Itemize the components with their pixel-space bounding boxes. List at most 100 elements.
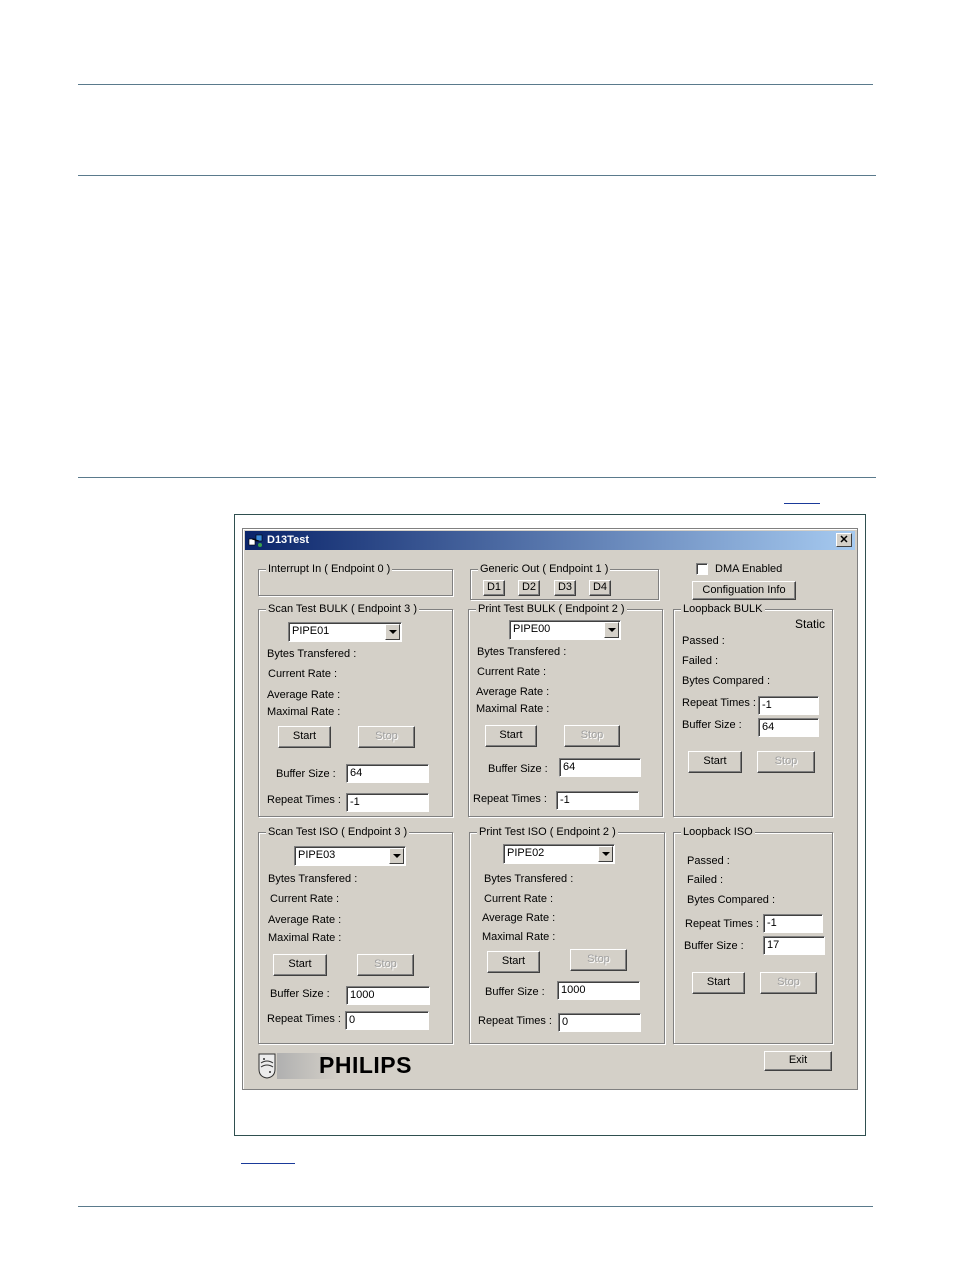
loop-iso-failed-label: Failed : xyxy=(687,874,724,886)
generic-out-legend: Generic Out ( Endpoint 1 ) xyxy=(478,562,611,576)
scan-iso-stop-button[interactable]: Stop xyxy=(357,954,414,976)
scan-iso-current-label: Current Rate : xyxy=(270,893,340,905)
loop-bulk-buffer-label: Buffer Size : xyxy=(682,719,742,731)
scan-bulk-pipe-select[interactable]: PIPE01 xyxy=(288,622,402,642)
print-bulk-current-label: Current Rate : xyxy=(477,666,547,678)
reference-link-bottom[interactable] xyxy=(241,1163,295,1164)
group-print-test-bulk: Print Test BULK ( Endpoint 2 ) PIPE00 By… xyxy=(468,602,663,817)
loop-iso-legend: Loopback ISO xyxy=(681,825,755,839)
loop-iso-repeat-input[interactable]: -1 xyxy=(763,914,823,933)
dma-enabled-label: DMA Enabled xyxy=(715,563,783,575)
scan-bulk-pipe-value: PIPE01 xyxy=(292,625,330,637)
group-loopback-bulk: Loopback BULK Static Passed : Failed : B… xyxy=(673,602,833,817)
scan-iso-bytes-label: Bytes Transfered : xyxy=(268,873,358,885)
footer-rule xyxy=(78,1206,873,1207)
scan-bulk-average-label: Average Rate : xyxy=(267,689,341,701)
scan-iso-start-button[interactable]: Start xyxy=(273,954,327,976)
group-scan-test-bulk: Scan Test BULK ( Endpoint 3 ) PIPE01 Byt… xyxy=(258,602,453,817)
scan-bulk-buffer-label: Buffer Size : xyxy=(276,768,336,780)
loop-bulk-buffer-input[interactable]: 64 xyxy=(758,718,819,737)
scan-iso-pipe-value: PIPE03 xyxy=(298,849,336,861)
print-iso-bytes-label: Bytes Transfered : xyxy=(484,873,574,885)
loop-bulk-repeat-label: Repeat Times : xyxy=(682,697,756,709)
print-bulk-repeat-input[interactable]: -1 xyxy=(556,791,639,810)
print-iso-buffer-input[interactable]: 1000 xyxy=(557,981,640,1000)
loop-iso-start-button[interactable]: Start xyxy=(692,972,745,994)
chevron-down-icon[interactable] xyxy=(385,624,400,640)
print-bulk-pipe-value: PIPE00 xyxy=(513,623,551,635)
loop-bulk-legend: Loopback BULK xyxy=(681,602,765,616)
scan-bulk-current-label: Current Rate : xyxy=(268,668,338,680)
title-bar[interactable]: D13Test ✕ xyxy=(245,531,855,550)
loop-bulk-compared-label: Bytes Compared : xyxy=(682,675,771,687)
scan-bulk-bytes-label: Bytes Transfered : xyxy=(267,648,357,660)
section-rule xyxy=(78,477,876,478)
interrupt-in-legend: Interrupt In ( Endpoint 0 ) xyxy=(266,562,393,576)
scan-bulk-maximal-label: Maximal Rate : xyxy=(267,706,341,718)
loop-bulk-passed-label: Passed : xyxy=(682,635,725,647)
window-title: D13Test xyxy=(267,534,309,546)
print-bulk-maximal-label: Maximal Rate : xyxy=(476,703,550,715)
loop-iso-buffer-input[interactable]: 17 xyxy=(763,936,825,955)
print-iso-buffer-label: Buffer Size : xyxy=(485,986,545,998)
print-iso-pipe-select[interactable]: PIPE02 xyxy=(503,844,615,864)
chevron-down-icon[interactable] xyxy=(389,848,404,864)
d4-button[interactable]: D4 xyxy=(589,580,611,596)
scan-iso-legend: Scan Test ISO ( Endpoint 3 ) xyxy=(266,825,410,839)
print-bulk-legend: Print Test BULK ( Endpoint 2 ) xyxy=(476,602,627,616)
loop-iso-compared-label: Bytes Compared : xyxy=(687,894,776,906)
reference-link-top[interactable] xyxy=(784,503,820,504)
group-print-test-iso: Print Test ISO ( Endpoint 2 ) PIPE02 Byt… xyxy=(469,825,665,1044)
loop-bulk-status: Static xyxy=(795,617,826,631)
configuration-info-button[interactable]: Configuation Info xyxy=(692,581,796,600)
chevron-down-icon[interactable] xyxy=(598,846,613,862)
close-button[interactable]: ✕ xyxy=(836,533,852,547)
group-generic-out: Generic Out ( Endpoint 1 ) D1 D2 D3 D4 xyxy=(470,562,659,600)
print-bulk-repeat-label: Repeat Times : xyxy=(473,793,547,805)
print-iso-average-label: Average Rate : xyxy=(482,912,556,924)
print-bulk-pipe-select[interactable]: PIPE00 xyxy=(509,620,621,640)
loop-iso-passed-label: Passed : xyxy=(687,855,730,867)
print-bulk-bytes-label: Bytes Transfered : xyxy=(477,646,567,658)
scan-iso-buffer-label: Buffer Size : xyxy=(270,988,330,1000)
print-bulk-average-label: Average Rate : xyxy=(476,686,550,698)
loop-bulk-stop-button[interactable]: Stop xyxy=(757,751,815,773)
loop-iso-buffer-label: Buffer Size : xyxy=(684,940,744,952)
chevron-down-icon[interactable] xyxy=(604,622,619,638)
print-bulk-start-button[interactable]: Start xyxy=(485,725,537,747)
print-bulk-buffer-label: Buffer Size : xyxy=(488,763,548,775)
scan-bulk-legend: Scan Test BULK ( Endpoint 3 ) xyxy=(266,602,419,616)
print-iso-pipe-value: PIPE02 xyxy=(507,847,545,859)
group-loopback-iso: Loopback ISO Passed : Failed : Bytes Com… xyxy=(673,825,833,1044)
group-scan-test-iso: Scan Test ISO ( Endpoint 3 ) PIPE03 Byte… xyxy=(258,825,453,1044)
print-bulk-stop-button[interactable]: Stop xyxy=(564,725,620,747)
scan-bulk-buffer-input[interactable]: 64 xyxy=(346,764,429,783)
print-iso-stop-button[interactable]: Stop xyxy=(570,949,627,971)
scan-iso-buffer-input[interactable]: 1000 xyxy=(346,986,430,1005)
dma-enabled-checkbox[interactable] xyxy=(696,563,708,575)
d13test-window: D13Test ✕ Interrupt In ( Endpoint 0 ) Ge… xyxy=(242,528,858,1090)
d3-button[interactable]: D3 xyxy=(554,580,576,596)
print-iso-repeat-input[interactable]: 0 xyxy=(558,1013,641,1032)
loop-bulk-repeat-input[interactable]: -1 xyxy=(758,696,819,715)
app-icon xyxy=(248,534,263,547)
d1-button[interactable]: D1 xyxy=(483,580,505,596)
scan-iso-maximal-label: Maximal Rate : xyxy=(268,932,342,944)
exit-button[interactable]: Exit xyxy=(764,1051,832,1071)
scan-iso-repeat-label: Repeat Times : xyxy=(267,1013,341,1025)
scan-iso-repeat-input[interactable]: 0 xyxy=(345,1011,429,1030)
scan-bulk-start-button[interactable]: Start xyxy=(278,726,331,748)
header-rule-bottom xyxy=(78,175,876,176)
loop-iso-stop-button[interactable]: Stop xyxy=(760,972,817,994)
print-iso-maximal-label: Maximal Rate : xyxy=(482,931,556,943)
philips-shield-icon xyxy=(258,1053,276,1079)
print-bulk-buffer-input[interactable]: 64 xyxy=(559,758,641,777)
loop-iso-repeat-label: Repeat Times : xyxy=(685,918,759,930)
d2-button[interactable]: D2 xyxy=(518,580,540,596)
scan-iso-pipe-select[interactable]: PIPE03 xyxy=(294,846,406,866)
scan-bulk-repeat-input[interactable]: -1 xyxy=(346,793,429,812)
loop-bulk-start-button[interactable]: Start xyxy=(688,751,742,773)
print-iso-start-button[interactable]: Start xyxy=(487,951,540,973)
scan-bulk-repeat-label: Repeat Times : xyxy=(267,794,341,806)
scan-bulk-stop-button[interactable]: Stop xyxy=(358,726,415,748)
